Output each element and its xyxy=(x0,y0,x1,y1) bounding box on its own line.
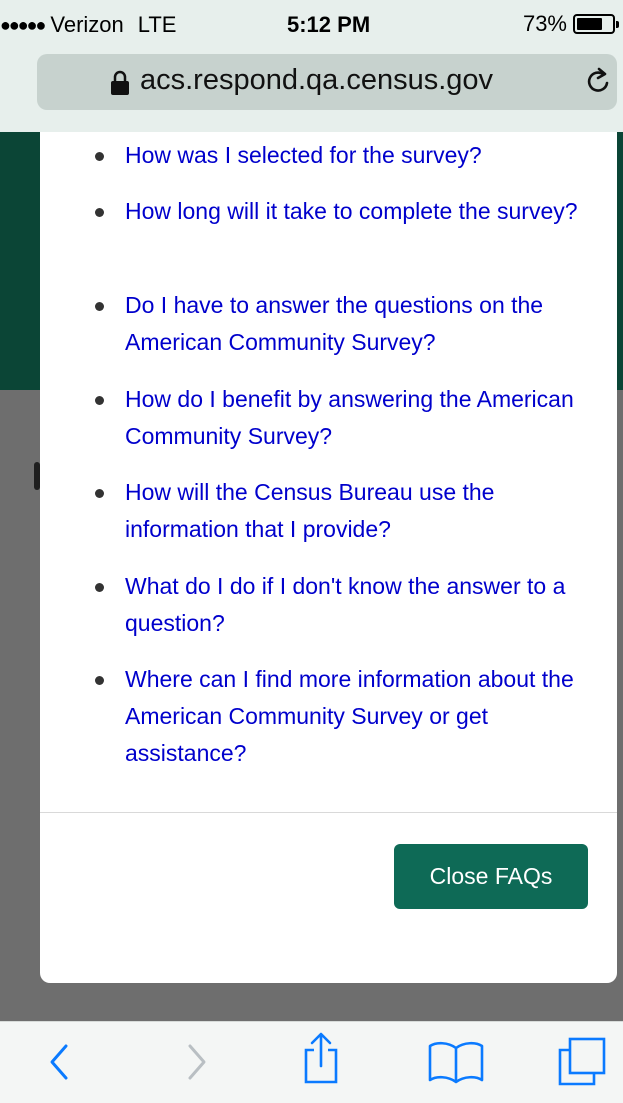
faq-link[interactable]: How was I selected for the survey? xyxy=(125,137,585,174)
bullet xyxy=(95,489,104,498)
modal-divider xyxy=(40,812,617,813)
faq-modal: How was I selected for the survey? How l… xyxy=(40,132,617,983)
battery-percent: 73% xyxy=(522,11,567,36)
browser-address-area: acs.respond.qa.census.gov xyxy=(0,48,623,133)
carrier-group: ●●●●● Verizon LTE xyxy=(0,12,176,38)
bullet xyxy=(95,583,104,592)
bullet xyxy=(95,302,104,311)
faq-link[interactable]: How do I benefit by answering the Americ… xyxy=(125,381,585,455)
faq-link[interactable]: Do I have to answer the questions on the… xyxy=(125,287,585,361)
share-icon[interactable] xyxy=(300,1030,342,1086)
address-bar[interactable]: acs.respond.qa.census.gov xyxy=(37,54,617,110)
reload-icon[interactable] xyxy=(585,66,613,96)
bullet xyxy=(95,208,104,217)
carrier-name: Verizon xyxy=(50,12,124,37)
bullet xyxy=(95,396,104,405)
signal-strength: ●●●●● xyxy=(0,14,46,35)
url-text: acs.respond.qa.census.gov xyxy=(140,64,494,96)
browser-toolbar xyxy=(0,1021,623,1103)
network-type: LTE xyxy=(137,12,177,37)
clock: 5:12 PM xyxy=(287,12,371,37)
battery-icon xyxy=(573,14,619,34)
bookmarks-icon[interactable] xyxy=(426,1040,486,1084)
status-bar: ●●●●● Verizon LTE 5:12 PM 73% xyxy=(0,0,623,48)
bullet xyxy=(95,152,104,161)
forward-icon[interactable] xyxy=(182,1042,212,1082)
faq-link[interactable]: How long will it take to complete the su… xyxy=(125,193,585,230)
faq-link[interactable]: What do I do if I don't know the answer … xyxy=(125,568,585,642)
bullet xyxy=(95,676,104,685)
battery-group: 73% xyxy=(522,11,619,37)
lock-icon xyxy=(111,70,129,95)
tabs-icon[interactable] xyxy=(556,1036,608,1088)
back-icon[interactable] xyxy=(44,1042,74,1082)
faq-link[interactable]: Where can I find more information about … xyxy=(125,661,585,772)
faq-link[interactable]: How will the Census Bureau use the infor… xyxy=(125,474,585,548)
close-faqs-button[interactable]: Close FAQs xyxy=(394,844,588,909)
